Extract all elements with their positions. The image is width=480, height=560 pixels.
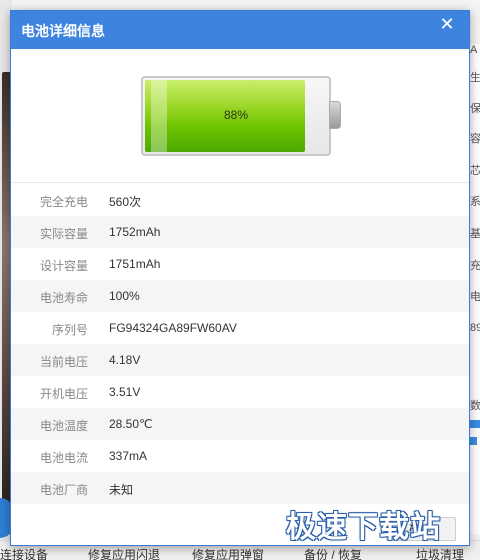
background-right-text: 芯	[470, 165, 480, 177]
info-label: 开机电压	[39, 387, 88, 401]
battery-level-text: 88%	[223, 108, 249, 122]
bottom-tab-cleanup[interactable]: 垃圾清理	[416, 546, 464, 560]
info-label: 设计容量	[39, 259, 88, 273]
background-right-text: 数	[470, 400, 480, 412]
background-right-text: 89	[470, 322, 480, 334]
background-right-text: 充	[470, 260, 480, 272]
info-value: FG94324GA89FW60AV	[109, 321, 237, 335]
close-icon[interactable]: ✕	[437, 14, 457, 34]
info-value: 337mA	[109, 449, 148, 463]
info-row-current-voltage: 当前电压 4.18V	[11, 344, 469, 376]
info-value: 560次	[109, 195, 142, 209]
battery-info-dialog: 电池详细信息 ✕ 88% 完全充电 560次 实际容量 1752mAh 设计容量…	[10, 10, 470, 546]
battery-icon: 88%	[141, 76, 331, 156]
info-row-temperature: 电池温度 28.50℃	[11, 408, 469, 440]
info-row-battery-life: 电池寿命 100%	[11, 280, 469, 312]
info-label: 电池寿命	[39, 291, 88, 305]
battery-visual-area: 88%	[11, 49, 469, 183]
watermark-text: 极速下载站	[286, 510, 441, 545]
info-value: 28.50℃	[109, 417, 153, 431]
background-progress-bars	[469, 420, 480, 454]
background-right-text: 电	[470, 291, 480, 303]
info-row-actual-capacity: 实际容量 1752mAh	[11, 216, 469, 248]
background-right-text: A	[470, 44, 478, 56]
bottom-tab-fix-crash[interactable]: 修复应用闪退	[88, 546, 160, 560]
background-right-text: 系	[470, 196, 480, 208]
battery-info-list: 完全充电 560次 实际容量 1752mAh 设计容量 1751mAh 电池寿命…	[11, 184, 469, 504]
info-label: 电池厂商	[39, 483, 88, 497]
info-row-current: 电池电流 337mA	[11, 440, 469, 472]
info-label: 电池温度	[39, 419, 88, 433]
info-value: 3.51V	[109, 385, 141, 399]
info-label: 完全充电	[39, 195, 88, 209]
background-right-text: 基	[470, 228, 480, 240]
bottom-tab-fix-popup[interactable]: 修复应用弹窗	[192, 546, 264, 560]
info-row-boot-voltage: 开机电压 3.51V	[11, 376, 469, 408]
info-label: 实际容量	[39, 227, 88, 241]
bottom-tab-backup[interactable]: 备份 / 恢复	[304, 546, 362, 560]
info-value: 1751mAh	[109, 257, 161, 271]
info-value: 未知	[109, 483, 134, 497]
info-row-design-capacity: 设计容量 1751mAh	[11, 248, 469, 280]
bottom-tab-connect[interactable]: 连接设备	[0, 546, 48, 560]
dialog-titlebar[interactable]: 电池详细信息 ✕	[11, 11, 469, 49]
background-right-text: 生	[470, 72, 480, 84]
background-right-text: 容	[470, 133, 480, 145]
battery-terminal	[329, 101, 341, 129]
info-label: 序列号	[51, 323, 88, 337]
background-right-text: 保	[470, 103, 480, 115]
dialog-title: 电池详细信息	[21, 23, 105, 39]
info-value: 4.18V	[109, 353, 141, 367]
info-row-full-charge: 完全充电 560次	[11, 184, 469, 216]
info-value: 1752mAh	[109, 225, 161, 239]
info-label: 电池电流	[39, 451, 88, 465]
info-row-serial-number: 序列号 FG94324GA89FW60AV	[11, 312, 469, 344]
info-label: 当前电压	[39, 355, 88, 369]
info-value: 100%	[109, 289, 140, 303]
info-row-manufacturer: 电池厂商 未知	[11, 472, 469, 504]
